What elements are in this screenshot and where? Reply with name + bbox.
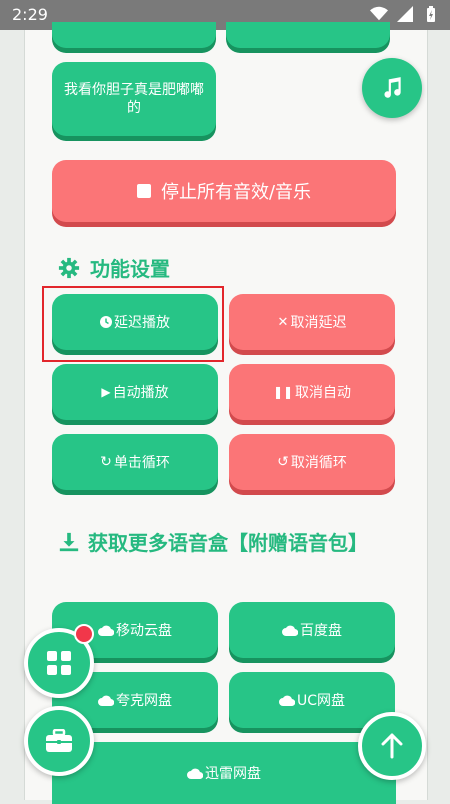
redo-icon: ↻: [100, 454, 112, 470]
gear-icon: [58, 257, 80, 278]
cancel-loop-button[interactable]: ↺ 取消循环: [229, 434, 395, 490]
music-note-icon: [384, 77, 401, 98]
cancel-auto-button[interactable]: ❚❚ 取消自动: [229, 364, 395, 420]
stop-all-label: 停止所有音效/音乐: [160, 182, 312, 203]
cloud-icon: [278, 695, 295, 706]
settings-title-text: 功能设置: [90, 257, 170, 281]
xunlei-pan-label: 迅雷网盘: [205, 766, 261, 782]
click-loop-button[interactable]: ↻ 单击循环: [52, 434, 218, 490]
toolbox-fab[interactable]: [24, 706, 94, 776]
notification-badge: [74, 624, 94, 644]
cancel-loop-label: 取消循环: [290, 455, 347, 471]
auto-play-label: 自动播放: [112, 385, 169, 401]
xunlei-pan-button[interactable]: 迅雷网盘: [52, 742, 396, 804]
sound-button[interactable]: 我看你胆子真是肥嘟嘟的: [52, 62, 216, 136]
cloud-icon: [98, 625, 114, 636]
battery-icon: [427, 6, 435, 22]
cancel-delay-label: 取消延迟: [290, 315, 347, 331]
quark-pan-label: 夸克网盘: [116, 693, 172, 709]
download-title-text: 获取更多语音盒【附赠语音包】: [88, 531, 368, 555]
status-time: 2:29: [12, 5, 48, 24]
sound-button-partial-right[interactable]: [226, 22, 390, 48]
signal-icon: [397, 6, 413, 22]
delay-play-highlight: [42, 286, 224, 362]
music-fab[interactable]: [362, 58, 422, 118]
cancel-auto-label: 取消自动: [295, 385, 352, 401]
sound-button-label: 我看你胆子真是肥嘟嘟的: [64, 82, 204, 116]
cancel-delay-button[interactable]: ✕ 取消延迟: [229, 294, 395, 350]
cloud-icon: [98, 695, 114, 706]
arrow-up-icon: [381, 733, 403, 759]
cloud-icon: [187, 768, 203, 779]
settings-section-title: 功能设置: [58, 253, 170, 282]
download-icon: [59, 532, 79, 552]
click-loop-label: 单击循环: [113, 455, 170, 471]
sound-button-partial-left[interactable]: [52, 22, 216, 48]
toolbox-icon: [46, 729, 72, 752]
baidu-pan-button[interactable]: 百度盘: [229, 602, 395, 658]
x-icon: ✕: [277, 314, 289, 330]
stop-square-icon: [136, 184, 151, 198]
auto-play-button[interactable]: ▶ 自动播放: [52, 364, 218, 420]
play-icon: ▶: [101, 385, 111, 399]
download-section-title: 获取更多语音盒【附赠语音包】: [58, 526, 378, 560]
stop-all-button[interactable]: 停止所有音效/音乐: [52, 160, 396, 222]
wifi-icon: [370, 6, 388, 21]
cloud-icon: [282, 625, 298, 636]
mobile-cloud-label: 移动云盘: [116, 623, 172, 639]
pause-icon: ❚❚: [272, 385, 294, 399]
uc-pan-label: UC网盘: [296, 693, 346, 709]
grid-icon: [47, 651, 71, 675]
baidu-pan-label: 百度盘: [300, 623, 342, 639]
undo-icon: ↺: [277, 454, 289, 470]
scroll-top-fab[interactable]: [358, 712, 426, 780]
